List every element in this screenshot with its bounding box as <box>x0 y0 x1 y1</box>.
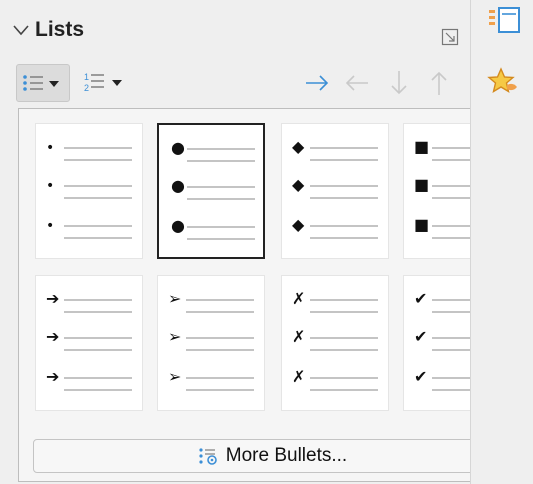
bullet-glyph: ■ <box>414 215 429 234</box>
unordered-list-icon <box>23 75 59 91</box>
bullet-style-large-dot[interactable]: ● ● ● <box>157 123 265 259</box>
bullet-glyph: ➢ <box>168 327 181 346</box>
more-bullets-button[interactable]: More Bullets... <box>33 439 511 473</box>
bullet-glyph: ✔ <box>414 289 427 308</box>
properties-icon[interactable] <box>487 4 521 38</box>
bullet-style-arrowhead[interactable]: ➢ ➢ ➢ <box>157 275 265 411</box>
arrow-up-icon[interactable] <box>424 68 454 98</box>
lists-toolbar: 1 2 <box>12 64 460 102</box>
bullet-preview: ✗ ✗ ✗ <box>292 289 378 391</box>
bullet-style-grid: • • • ● ● ● ◆ ◆ ◆ ■ ■ ■ ➔ ➔ ➔ ➢ ➢ ➢ ✗ ✗ ✗ ✔ ✔ ✔ <box>35 123 511 413</box>
bullet-glyph: • <box>46 140 54 156</box>
bullet-glyph: ● <box>171 176 185 195</box>
bullets-settings-icon <box>199 448 217 465</box>
arrow-left-icon[interactable] <box>342 68 372 98</box>
bullet-glyph: ✗ <box>292 327 305 346</box>
bullet-glyph: ◆ <box>292 215 305 234</box>
bullets-popup: • • • ● ● ● ◆ ◆ ◆ ■ ■ ■ ➔ ➔ ➔ ➢ ➢ ➢ ✗ ✗ ✗ ✔ ✔ ✔ More Bullets... <box>18 108 522 482</box>
bullet-style-small-dot[interactable]: • • • <box>35 123 143 259</box>
bullet-preview: ➢ ➢ ➢ <box>168 289 254 391</box>
bullet-glyph: ✗ <box>292 289 305 308</box>
bullet-preview: ● ● ● <box>171 138 255 240</box>
ordered-list-icon: 1 2 <box>84 72 122 93</box>
bullet-glyph: ➢ <box>168 289 181 308</box>
bullet-glyph: ✔ <box>414 327 427 346</box>
svg-text:1: 1 <box>84 72 89 82</box>
bullet-glyph: ➔ <box>46 289 59 308</box>
ordered-list-button[interactable]: 1 2 <box>78 64 134 100</box>
bullet-glyph: ◆ <box>292 175 305 194</box>
bullet-preview: • • • <box>46 140 132 239</box>
bullet-preview: ➔ ➔ ➔ <box>46 289 132 391</box>
lists-panel-header[interactable]: Lists <box>12 18 84 42</box>
lists-sidebar-deck: Lists 1 2 • • • ● ● ● ◆ ◆ ◆ ■ ■ ■ ➔ ➔ ➔ … <box>0 0 533 484</box>
sidebar-tabbar <box>470 0 533 484</box>
bullet-glyph: ● <box>171 216 185 235</box>
bullet-glyph: ■ <box>414 175 429 194</box>
bullet-preview: ◆ ◆ ◆ <box>292 137 378 239</box>
styles-star-icon[interactable] <box>487 66 521 100</box>
svg-text:2: 2 <box>84 83 89 93</box>
arrow-right-icon[interactable] <box>302 68 332 98</box>
bullet-style-cross[interactable]: ✗ ✗ ✗ <box>281 275 389 411</box>
bullet-glyph: ● <box>171 138 185 157</box>
more-options-icon[interactable] <box>441 28 459 46</box>
bullet-glyph: • <box>46 218 54 234</box>
panel-title: Lists <box>35 18 85 41</box>
bullet-glyph: • <box>46 178 54 194</box>
bullet-glyph: ➔ <box>46 367 59 386</box>
bullet-glyph: ✔ <box>414 367 427 386</box>
bullet-glyph: ■ <box>414 137 429 156</box>
bullet-style-diamond[interactable]: ◆ ◆ ◆ <box>281 123 389 259</box>
bullet-style-bold-arrow[interactable]: ➔ ➔ ➔ <box>35 275 143 411</box>
more-bullets-label: More Bullets... <box>225 445 348 466</box>
arrow-down-icon[interactable] <box>384 68 414 98</box>
bullet-glyph: ✗ <box>292 367 305 386</box>
chevron-down-icon[interactable] <box>12 23 30 37</box>
bullet-glyph: ◆ <box>292 137 305 156</box>
unordered-list-button[interactable] <box>16 64 70 102</box>
bullet-glyph: ➔ <box>46 327 59 346</box>
bullet-glyph: ➢ <box>168 367 181 386</box>
